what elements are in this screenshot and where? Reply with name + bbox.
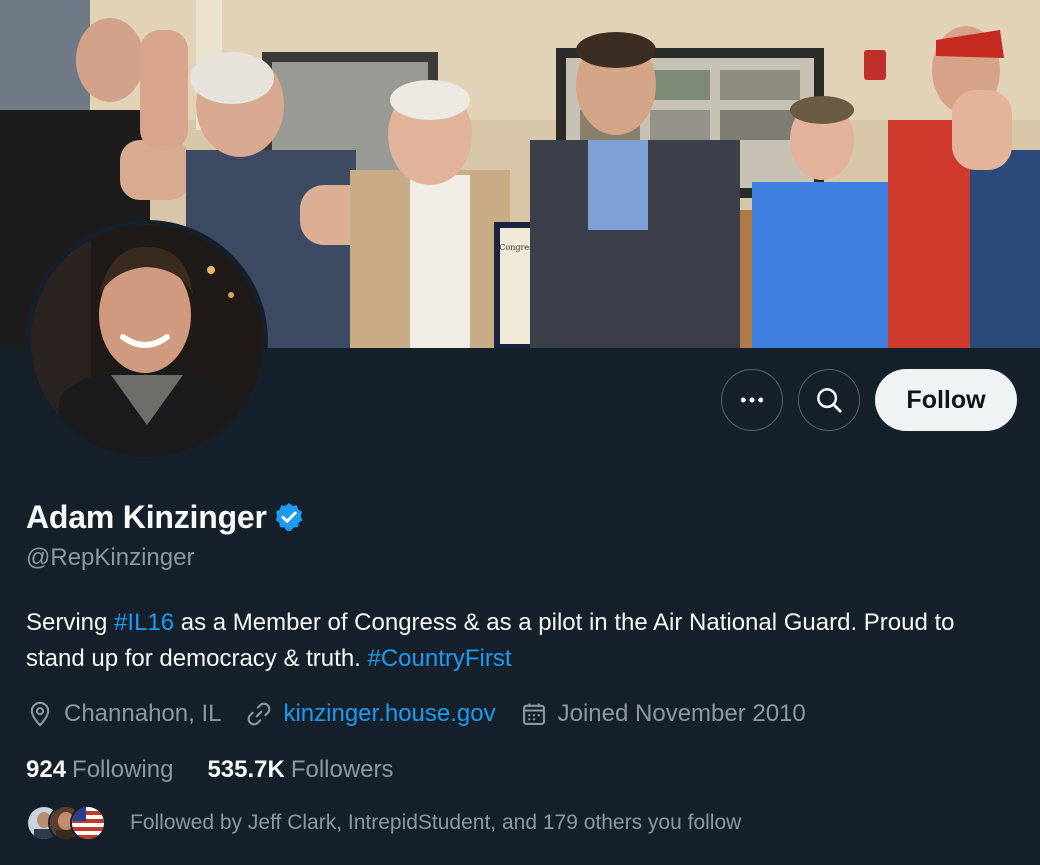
profile-handle: @RepKinzinger xyxy=(26,544,195,571)
follow-button[interactable]: Follow xyxy=(875,369,1017,431)
calendar-icon xyxy=(522,703,545,725)
followers-stat[interactable]: 535.7K Followers xyxy=(207,756,393,784)
followed-by-avatars xyxy=(26,805,108,841)
joined-item: Joined November 2010 xyxy=(520,700,806,728)
followed-by-text: Followed by Jeff Clark, IntrepidStudent,… xyxy=(130,811,742,834)
profile-page: Congressional Record xyxy=(0,0,1040,865)
avatar xyxy=(70,805,106,841)
bio-hashtag-countryfirst[interactable]: #CountryFirst xyxy=(368,645,512,672)
followed-by-row[interactable]: Followed by Jeff Clark, IntrepidStudent,… xyxy=(26,805,741,841)
link-icon xyxy=(248,702,271,726)
profile-avatar[interactable] xyxy=(26,220,268,462)
more-icon xyxy=(740,397,764,403)
bio-hashtag-il16[interactable]: #IL16 xyxy=(114,609,174,636)
location-text: Channahon, IL xyxy=(64,700,222,727)
avatar-photo xyxy=(31,225,263,457)
website-item[interactable]: kinzinger.house.gov xyxy=(245,700,496,728)
profile-bio: Serving #IL16 as a Member of Congress & … xyxy=(26,605,1016,677)
name-row: Adam Kinzinger xyxy=(26,494,305,540)
following-label: Following xyxy=(72,756,174,783)
following-stat[interactable]: 924 Following xyxy=(26,756,173,784)
search-icon xyxy=(817,388,842,413)
followers-count: 535.7K xyxy=(207,756,285,783)
location-pin-icon xyxy=(30,701,50,727)
location-item: Channahon, IL xyxy=(26,700,221,728)
more-button[interactable] xyxy=(721,369,783,431)
search-profile-button[interactable] xyxy=(798,369,860,431)
bio-text: Serving xyxy=(26,609,115,636)
followers-label: Followers xyxy=(290,756,394,783)
following-count: 924 xyxy=(26,756,67,783)
profile-meta: Channahon, IL kinzinger.house.gov Joined… xyxy=(26,697,830,731)
verified-badge-icon[interactable] xyxy=(273,501,305,533)
joined-text: Joined November 2010 xyxy=(557,700,806,727)
display-name: Adam Kinzinger xyxy=(26,498,267,535)
profile-stats: 924 Following 535.7K Followers xyxy=(26,753,428,787)
website-link[interactable]: kinzinger.house.gov xyxy=(283,700,495,728)
